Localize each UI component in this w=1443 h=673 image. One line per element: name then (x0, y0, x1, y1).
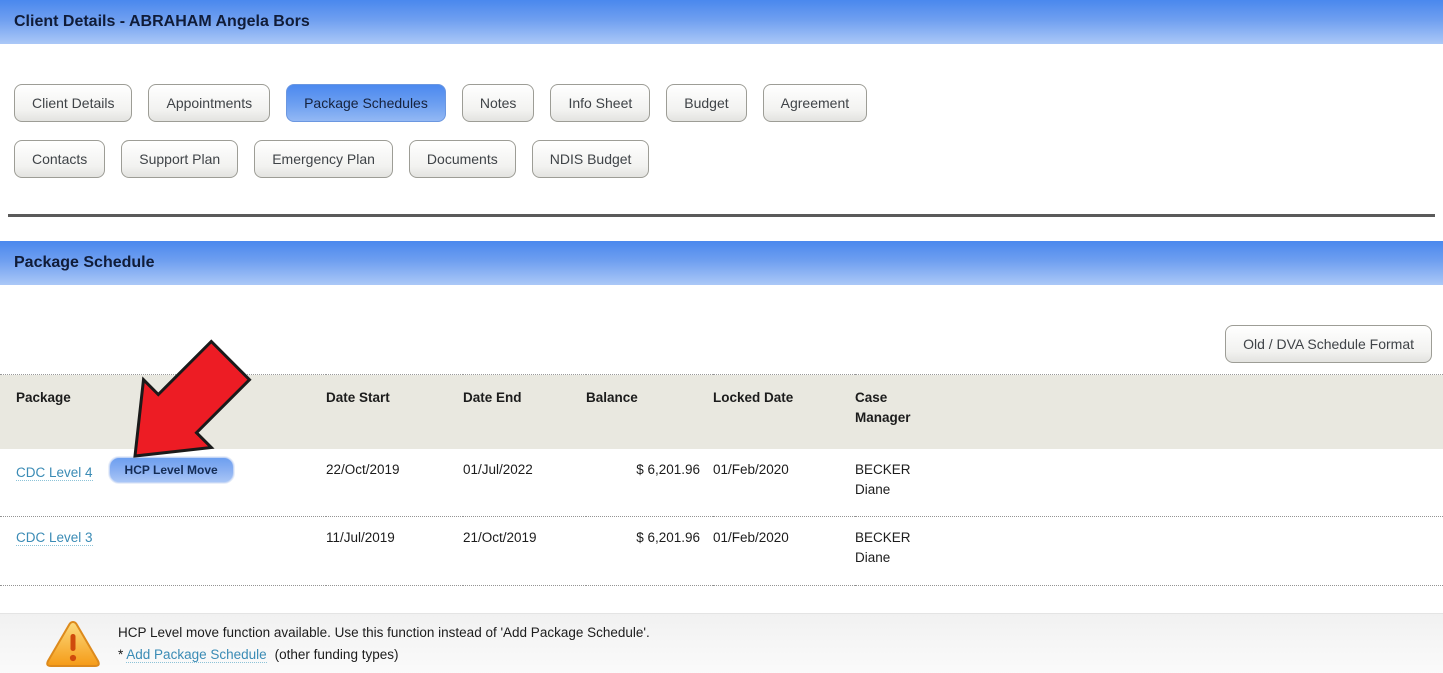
tab-documents[interactable]: Documents (409, 140, 516, 178)
tab-contacts[interactable]: Contacts (14, 140, 105, 178)
balance-cell: $ 6,201.96 (586, 517, 713, 586)
notice-asterisk: * (118, 647, 123, 662)
table-row: CDC Level 3 11/Jul/2019 21/Oct/2019 $ 6,… (0, 517, 1443, 586)
locked-date-cell: 01/Feb/2020 (713, 517, 855, 586)
tab-ndis-budget[interactable]: NDIS Budget (532, 140, 650, 178)
date-start-cell: 11/Jul/2019 (326, 517, 463, 586)
notice-line-1: HCP Level move function available. Use t… (118, 622, 650, 644)
page-title: Client Details - ABRAHAM Angela Bors (14, 13, 310, 31)
notice-text: HCP Level move function available. Use t… (118, 622, 650, 665)
package-cell: CDC Level 3 (0, 517, 326, 586)
tab-agreement[interactable]: Agreement (763, 84, 867, 122)
client-details-header: Client Details - ABRAHAM Angela Bors (0, 0, 1443, 44)
tab-info-sheet[interactable]: Info Sheet (550, 84, 650, 122)
tab-row-2: Contacts Support Plan Emergency Plan Doc… (0, 140, 1443, 178)
column-header-locked-date: Locked Date (713, 375, 855, 449)
column-header-package: Package (0, 375, 326, 449)
column-header-case-manager: Case Manager (855, 375, 1443, 449)
tab-support-plan[interactable]: Support Plan (121, 140, 238, 178)
notice-line-2: * Add Package Schedule (other funding typ… (118, 644, 650, 666)
old-dva-schedule-format-button[interactable]: Old / DVA Schedule Format (1225, 325, 1432, 363)
package-cell: CDC Level 4 HCP Level Move (0, 449, 326, 517)
package-link-cdc-level-3[interactable]: CDC Level 3 (16, 530, 93, 546)
package-schedule-table: Package Date Start Date End Balance Lock… (0, 374, 1443, 586)
column-header-date-end: Date End (463, 375, 586, 449)
balance-cell: $ 6,201.96 (586, 449, 713, 517)
tab-row-1: Client Details Appointments Package Sche… (0, 84, 1443, 122)
tab-appointments[interactable]: Appointments (148, 84, 270, 122)
horizontal-divider (8, 214, 1435, 217)
hcp-level-move-notice: HCP Level move function available. Use t… (0, 613, 1443, 673)
tab-client-details[interactable]: Client Details (14, 84, 132, 122)
hcp-level-move-button[interactable]: HCP Level Move (109, 457, 234, 483)
tab-package-schedules[interactable]: Package Schedules (286, 84, 446, 122)
tab-budget[interactable]: Budget (666, 84, 746, 122)
locked-date-cell: 01/Feb/2020 (713, 449, 855, 517)
column-header-balance: Balance (586, 375, 713, 449)
date-end-cell: 21/Oct/2019 (463, 517, 586, 586)
warning-triangle-icon (44, 618, 102, 670)
add-package-schedule-link[interactable]: Add Package Schedule (126, 647, 266, 663)
package-schedule-section-header: Package Schedule (0, 241, 1443, 285)
section-title: Package Schedule (14, 254, 155, 272)
column-header-date-start: Date Start (326, 375, 463, 449)
table-header-row: Package Date Start Date End Balance Lock… (0, 375, 1443, 449)
case-manager-cell: BECKER Diane (855, 517, 1443, 586)
schedule-toolbar: Old / DVA Schedule Format (0, 325, 1443, 363)
notice-suffix: (other funding types) (275, 647, 399, 662)
package-link-cdc-level-4[interactable]: CDC Level 4 (16, 465, 93, 481)
tab-emergency-plan[interactable]: Emergency Plan (254, 140, 393, 178)
table-row: CDC Level 4 HCP Level Move 22/Oct/2019 01… (0, 449, 1443, 517)
tab-notes[interactable]: Notes (462, 84, 535, 122)
date-end-cell: 01/Jul/2022 (463, 449, 586, 517)
case-manager-cell: BECKER Diane (855, 449, 1443, 517)
date-start-cell: 22/Oct/2019 (326, 449, 463, 517)
